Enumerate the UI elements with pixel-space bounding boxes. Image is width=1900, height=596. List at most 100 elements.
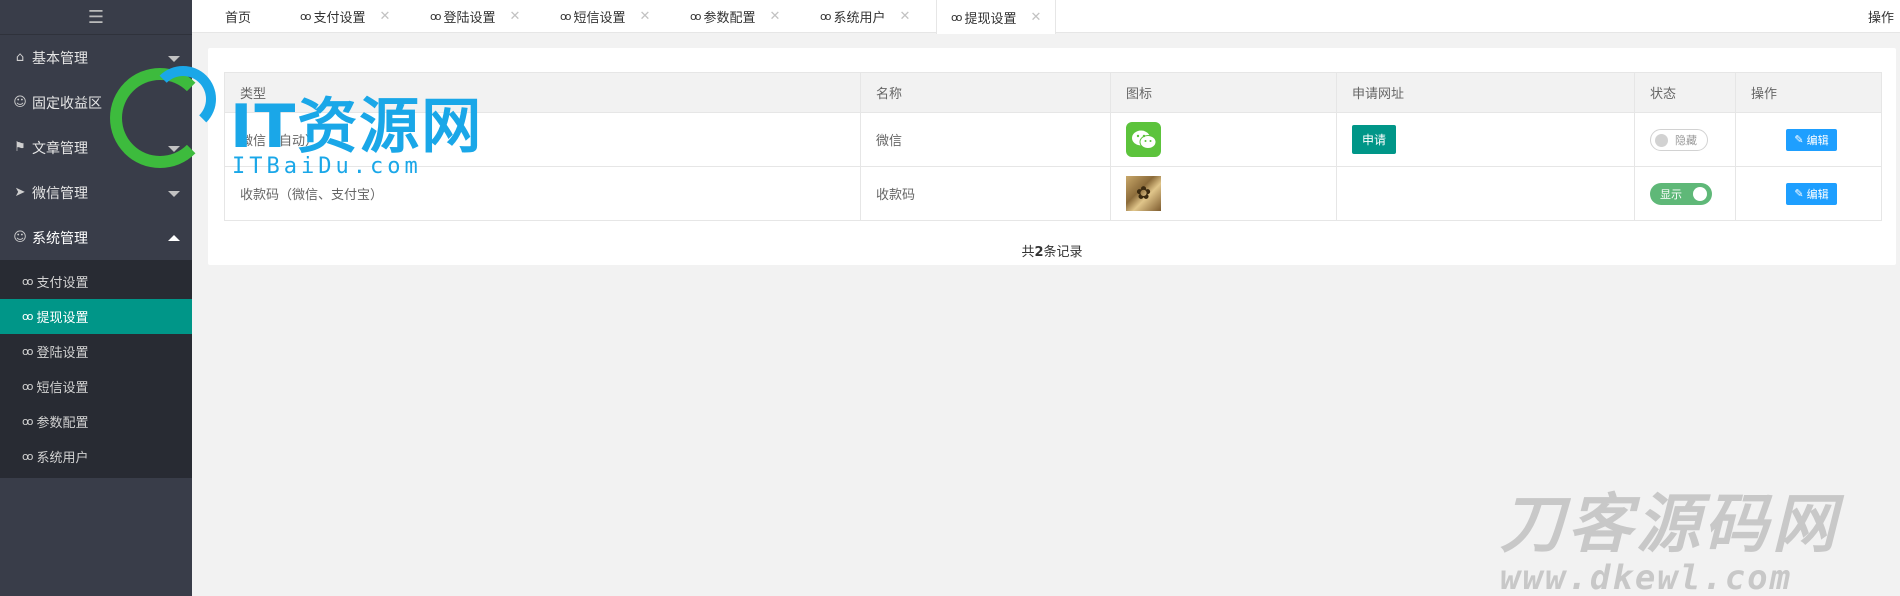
col-header-icon: 图标 xyxy=(1110,72,1337,113)
link-icon: oo xyxy=(22,345,34,358)
tab-login[interactable]: oo 登陆设置 ✕ xyxy=(430,0,520,33)
sidebar-item-withdraw[interactable]: oo 提现设置 xyxy=(0,299,192,334)
close-icon[interactable]: ✕ xyxy=(509,9,520,24)
tab-label: 首页 xyxy=(225,11,252,26)
send-icon: ➤ xyxy=(14,185,26,200)
col-header-apply-url: 申请网址 xyxy=(1336,72,1635,113)
col-header-actions: 操作 xyxy=(1735,72,1882,113)
tab-operations-menu[interactable]: 操作 xyxy=(1868,0,1894,33)
tab-users[interactable]: oo 系统用户 ✕ xyxy=(820,0,910,33)
cell-name: 微信 xyxy=(860,112,1111,167)
pencil-icon: ✎ xyxy=(1794,133,1804,146)
cell-apply-url: 申请 xyxy=(1336,112,1635,167)
cell-name: 收款码 xyxy=(860,166,1111,221)
cell-actions: ✎ 编辑 xyxy=(1735,166,1882,221)
close-icon[interactable]: ✕ xyxy=(899,9,910,24)
tab-label: 登陆设置 xyxy=(443,11,496,26)
edit-button[interactable]: ✎ 编辑 xyxy=(1786,182,1837,205)
apply-button[interactable]: 申请 xyxy=(1352,125,1396,154)
chevron-down-icon xyxy=(168,190,180,197)
link-icon: oo xyxy=(430,10,442,23)
flag-icon: ⚑ xyxy=(14,140,26,155)
tab-home[interactable]: 首页 xyxy=(225,0,251,33)
cell-icon: ✿ xyxy=(1110,166,1337,221)
menu-toggle-icon[interactable]: ☰ xyxy=(0,0,192,35)
table-row: 收款码（微信、支付宝） 收款码 ✿ 显示 ✎ 编辑 xyxy=(224,166,1882,221)
status-toggle[interactable]: 隐藏 xyxy=(1650,128,1708,151)
close-icon[interactable]: ✕ xyxy=(379,9,390,24)
tab-params[interactable]: oo 参数配置 ✕ xyxy=(690,0,780,33)
close-icon[interactable]: ✕ xyxy=(769,9,780,24)
nav-group-label: 固定收益区 xyxy=(32,95,102,112)
link-icon: oo xyxy=(820,10,832,23)
cell-icon xyxy=(1110,112,1337,167)
link-icon: oo xyxy=(22,310,34,323)
nav-group-system[interactable]: ☺ 系统管理 xyxy=(0,215,192,260)
edit-button[interactable]: ✎ 编辑 xyxy=(1786,128,1837,151)
close-icon[interactable]: ✕ xyxy=(1030,10,1041,25)
sidebar-item-params[interactable]: oo 参数配置 xyxy=(0,404,192,439)
tab-sms[interactable]: oo 短信设置 ✕ xyxy=(560,0,650,33)
tab-ops-label: 操作 xyxy=(1867,11,1894,26)
sidebar: ☰ ⌂ 基本管理 ☺ 固定收益区 ⚑ 文章管理 ➤ 微信管理 ☺ 系统管理 oo… xyxy=(0,0,192,596)
edit-label: 编辑 xyxy=(1806,187,1829,201)
toggle-knob xyxy=(1655,133,1668,147)
sidebar-item-login[interactable]: oo 登陆设置 xyxy=(0,334,192,369)
pencil-icon: ✎ xyxy=(1794,187,1804,200)
col-header-name: 名称 xyxy=(860,72,1111,113)
sidebar-item-users[interactable]: oo 系统用户 xyxy=(0,439,192,474)
cell-status: 显示 xyxy=(1634,166,1736,221)
tab-label: 参数配置 xyxy=(703,11,756,26)
status-label: 显示 xyxy=(1660,187,1682,201)
wechat-icon xyxy=(1126,122,1161,157)
nav-group-label: 系统管理 xyxy=(32,230,88,247)
tab-label: 提现设置 xyxy=(964,11,1017,27)
status-toggle[interactable]: 显示 xyxy=(1650,182,1712,205)
nav-group-label: 基本管理 xyxy=(32,50,88,67)
link-icon: oo xyxy=(22,450,34,463)
tab-label: 系统用户 xyxy=(833,11,886,26)
edit-label: 编辑 xyxy=(1806,133,1829,147)
sidebar-item-label: 支付设置 xyxy=(36,276,89,291)
tab-withdraw[interactable]: oo 提现设置 ✕ xyxy=(936,0,1057,34)
nav-group-basic[interactable]: ⌂ 基本管理 xyxy=(0,35,192,80)
status-label: 隐藏 xyxy=(1675,133,1697,147)
sidebar-item-label: 短信设置 xyxy=(36,381,89,396)
watermark-title: 刀客源码网 xyxy=(1500,488,1840,562)
tab-label: 支付设置 xyxy=(313,11,366,26)
link-icon: oo xyxy=(300,10,312,23)
sidebar-item-label: 参数配置 xyxy=(36,416,89,431)
link-icon: oo xyxy=(22,275,34,288)
cell-status: 隐藏 xyxy=(1634,112,1736,167)
watermark-logo-bottom: 刀客源码网 www.dkewl.com xyxy=(1500,488,1890,596)
subnav-system: oo 支付设置 oo 提现设置 oo 登陆设置 oo 短信设置 oo 参数配置 … xyxy=(0,260,192,478)
table-header-row: 类型 名称 图标 申请网址 状态 操作 xyxy=(224,72,1882,113)
tab-payment[interactable]: oo 支付设置 ✕ xyxy=(300,0,390,33)
toggle-knob xyxy=(1693,186,1707,201)
link-icon: oo xyxy=(22,415,34,428)
user-icon: ☺ xyxy=(13,95,27,110)
count-prefix: 共 xyxy=(1021,245,1035,260)
chevron-down-icon xyxy=(168,145,180,152)
qr-code-image: ✿ xyxy=(1126,176,1161,211)
home-icon: ⌂ xyxy=(15,50,25,65)
nav-group-fixed-income[interactable]: ☺ 固定收益区 xyxy=(0,80,192,125)
sidebar-item-payment[interactable]: oo 支付设置 xyxy=(0,264,192,299)
sidebar-item-sms[interactable]: oo 短信设置 xyxy=(0,369,192,404)
sidebar-item-label: 系统用户 xyxy=(36,451,89,466)
content-card: 类型 名称 图标 申请网址 状态 操作 微信（自动） 微信 申请 隐藏 ✎ 编辑… xyxy=(208,48,1896,265)
col-header-status: 状态 xyxy=(1634,72,1736,113)
tab-bar: 首页 oo 支付设置 ✕ oo 登陆设置 ✕ oo 短信设置 ✕ oo 参数配置… xyxy=(192,0,1900,34)
nav-group-articles[interactable]: ⚑ 文章管理 xyxy=(0,125,192,170)
nav-group-label: 文章管理 xyxy=(32,140,88,157)
count-value: 2 xyxy=(1034,245,1044,260)
tab-label: 短信设置 xyxy=(573,11,626,26)
user-icon: ☺ xyxy=(13,230,27,245)
link-icon: oo xyxy=(690,10,702,23)
nav-group-wechat[interactable]: ➤ 微信管理 xyxy=(0,170,192,215)
sidebar-item-label: 提现设置 xyxy=(36,311,89,326)
close-icon[interactable]: ✕ xyxy=(639,9,650,24)
chevron-down-icon xyxy=(168,55,180,62)
record-count: 共2条记录 xyxy=(208,241,1896,260)
table-row: 微信（自动） 微信 申请 隐藏 ✎ 编辑 xyxy=(224,112,1882,167)
